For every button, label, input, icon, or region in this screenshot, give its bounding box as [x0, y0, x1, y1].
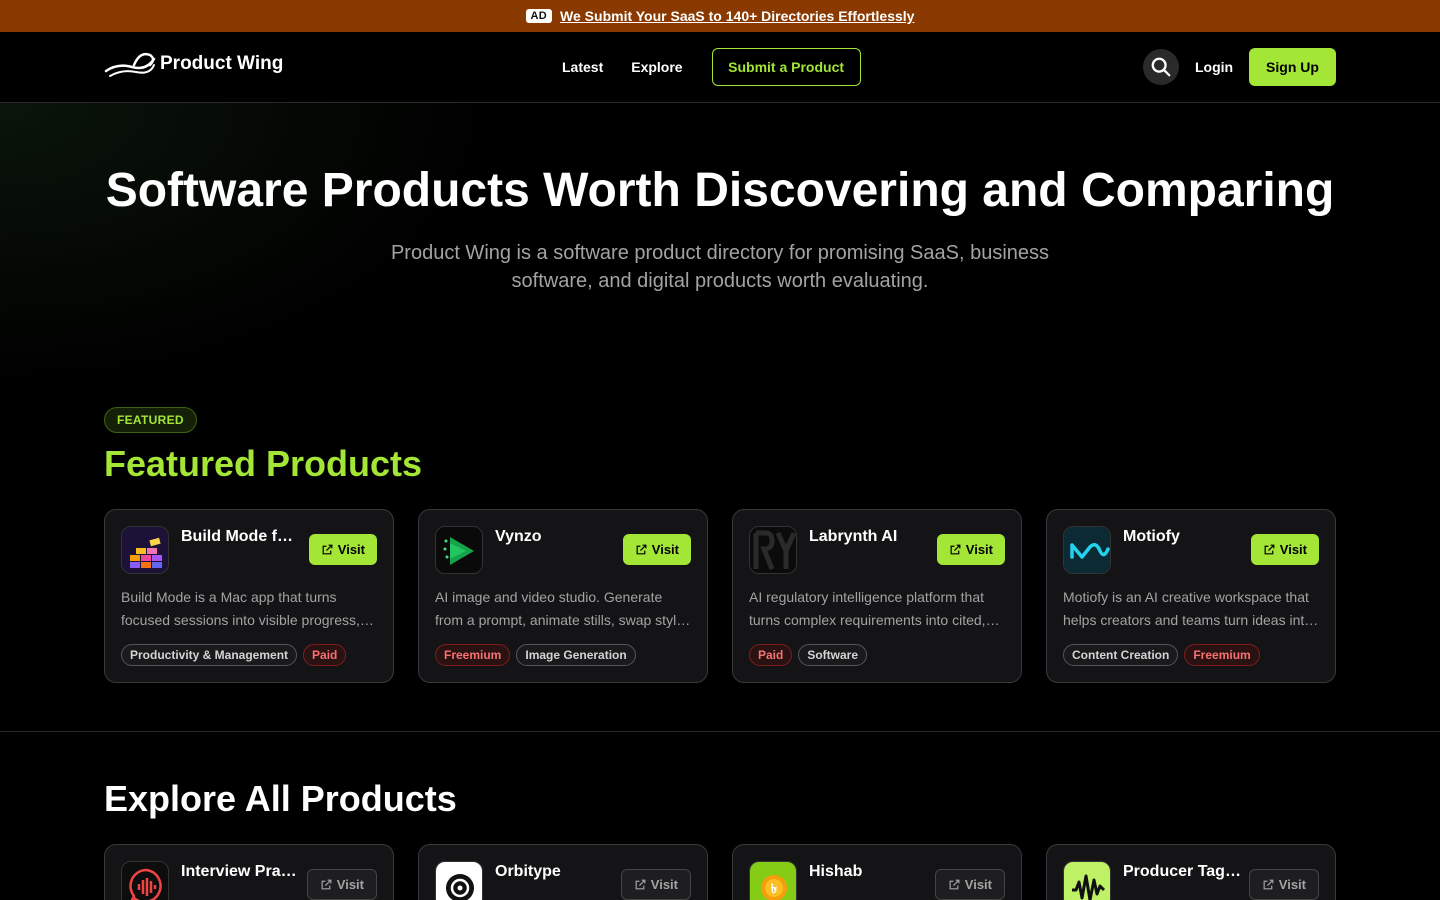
- tag[interactable]: Freemium: [435, 644, 511, 666]
- external-link-icon: [635, 879, 646, 890]
- labrynth-logo-icon: [750, 527, 796, 573]
- search-icon: [1151, 57, 1171, 77]
- visit-label: Visit: [1279, 542, 1307, 557]
- producer-tag-thumbnail: [1063, 861, 1111, 900]
- product-card-build-mode[interactable]: Build Mode for Mac Visit Build Mode is a…: [104, 509, 394, 683]
- product-card-vynzo[interactable]: Vynzo Visit AI image and video studio. G…: [418, 509, 708, 683]
- external-link-icon: [636, 544, 647, 555]
- product-tags: Productivity & Management Paid: [121, 644, 347, 666]
- hero-section: Software Products Worth Discovering and …: [0, 103, 1440, 731]
- product-card-interview-practice[interactable]: Interview Practice AI Visit: [104, 844, 394, 900]
- product-name[interactable]: Hishab: [809, 863, 929, 881]
- tag[interactable]: Paid: [749, 644, 793, 666]
- product-tags: Paid Software: [749, 644, 868, 666]
- tag[interactable]: Software: [798, 644, 868, 666]
- vynzo-thumbnail: [435, 526, 483, 574]
- product-name[interactable]: Vynzo: [495, 528, 615, 546]
- visit-label: Visit: [964, 877, 992, 892]
- login-link[interactable]: Login: [1195, 59, 1233, 75]
- visit-label: Visit: [1278, 877, 1306, 892]
- external-link-icon: [321, 879, 332, 890]
- visit-label: Visit: [337, 542, 365, 557]
- bricks-icon: [122, 527, 168, 573]
- visit-button[interactable]: Visit: [308, 534, 377, 565]
- external-link-icon: [949, 879, 960, 890]
- visit-button[interactable]: Visit: [306, 869, 377, 900]
- ad-badge: AD: [525, 9, 553, 23]
- ad-link[interactable]: We Submit Your SaaS to 140+ Directories …: [560, 8, 914, 24]
- wing-logo-icon: [104, 52, 156, 77]
- explore-title: Explore All Products: [104, 778, 457, 819]
- visit-label: Visit: [650, 877, 678, 892]
- external-link-icon: [322, 544, 333, 555]
- wave-logo-icon: [1064, 527, 1110, 573]
- visit-button[interactable]: Visit: [1248, 869, 1319, 900]
- tag[interactable]: Image Generation: [516, 644, 636, 666]
- visit-label: Visit: [336, 877, 364, 892]
- external-link-icon: [1263, 879, 1274, 890]
- voice-bubble-icon: [122, 862, 168, 900]
- product-name[interactable]: Producer Tag Maker: [1123, 863, 1243, 881]
- visit-label: Visit: [651, 542, 679, 557]
- product-card-hishab[interactable]: ৳ Hishab Visit: [732, 844, 1022, 900]
- orbitype-thumbnail: [435, 861, 483, 900]
- product-description: Build Mode is a Mac app that turns focus…: [121, 589, 360, 628]
- nav-link-latest[interactable]: Latest: [562, 59, 603, 75]
- product-tags: Freemium Image Generation: [435, 644, 636, 666]
- product-name[interactable]: Motiofy: [1123, 528, 1243, 546]
- search-button[interactable]: [1143, 49, 1179, 85]
- play-triangle-icon: [436, 527, 482, 573]
- section-divider: [0, 731, 1440, 732]
- visit-button[interactable]: Visit: [1250, 534, 1319, 565]
- visit-button[interactable]: Visit: [936, 534, 1005, 565]
- labrynth-thumbnail: [749, 526, 797, 574]
- build-mode-thumbnail: [121, 526, 169, 574]
- product-name[interactable]: Build Mode for Mac: [181, 528, 301, 546]
- tag[interactable]: Productivity & Management: [121, 644, 298, 666]
- interview-thumbnail: [121, 861, 169, 900]
- product-description: Motiofy is an AI creative workspace that…: [1063, 589, 1313, 628]
- svg-text:৳: ৳: [771, 882, 778, 897]
- featured-badge: FEATURED: [104, 407, 197, 433]
- visit-button[interactable]: Visit: [622, 534, 691, 565]
- product-name[interactable]: Labrynth AI: [809, 528, 929, 546]
- signup-button[interactable]: Sign Up: [1249, 48, 1336, 86]
- tag[interactable]: Content Creation: [1063, 644, 1179, 666]
- external-link-icon: [950, 544, 961, 555]
- nav-links: Latest Explore Submit a Product: [562, 48, 861, 86]
- hishab-thumbnail: ৳: [749, 861, 797, 900]
- product-name[interactable]: Interview Practice AI: [181, 863, 301, 881]
- visit-button[interactable]: Visit: [620, 869, 691, 900]
- product-name[interactable]: Orbitype: [495, 863, 615, 881]
- product-description: AI regulatory intelligence platform that…: [749, 589, 986, 628]
- product-tags: Content Creation Freemium: [1063, 644, 1260, 666]
- hero-subtitle: Product Wing is a software product direc…: [390, 242, 1050, 292]
- tag[interactable]: Paid: [303, 644, 347, 666]
- product-card-labrynth[interactable]: Labrynth AI Visit AI regulatory intellig…: [732, 509, 1022, 683]
- logo-text: Product Wing: [160, 53, 284, 74]
- motiofy-thumbnail: [1063, 526, 1111, 574]
- hero-title: Software Products Worth Discovering and …: [105, 164, 1335, 217]
- featured-title: Featured Products: [104, 443, 423, 484]
- product-card-producer-tag[interactable]: Producer Tag Maker Visit: [1046, 844, 1336, 900]
- waveform-icon: [1064, 862, 1110, 900]
- orbit-icon: [436, 862, 482, 900]
- product-card-orbitype[interactable]: Orbitype Visit: [418, 844, 708, 900]
- external-link-icon: [1264, 544, 1275, 555]
- visit-button[interactable]: Visit: [934, 869, 1005, 900]
- top-nav: Product Wing Latest Explore Submit a Pro…: [0, 32, 1440, 103]
- coin-icon: ৳: [750, 862, 796, 900]
- ad-banner: AD We Submit Your SaaS to 140+ Directori…: [0, 0, 1440, 32]
- tag[interactable]: Freemium: [1184, 644, 1260, 666]
- logo[interactable]: Product Wing: [104, 49, 283, 79]
- product-card-motiofy[interactable]: Motiofy Visit Motiofy is an AI creative …: [1046, 509, 1336, 683]
- submit-product-button[interactable]: Submit a Product: [711, 48, 861, 86]
- nav-link-explore[interactable]: Explore: [631, 59, 682, 75]
- visit-label: Visit: [965, 542, 993, 557]
- product-description: AI image and video studio. Generate from…: [435, 589, 691, 628]
